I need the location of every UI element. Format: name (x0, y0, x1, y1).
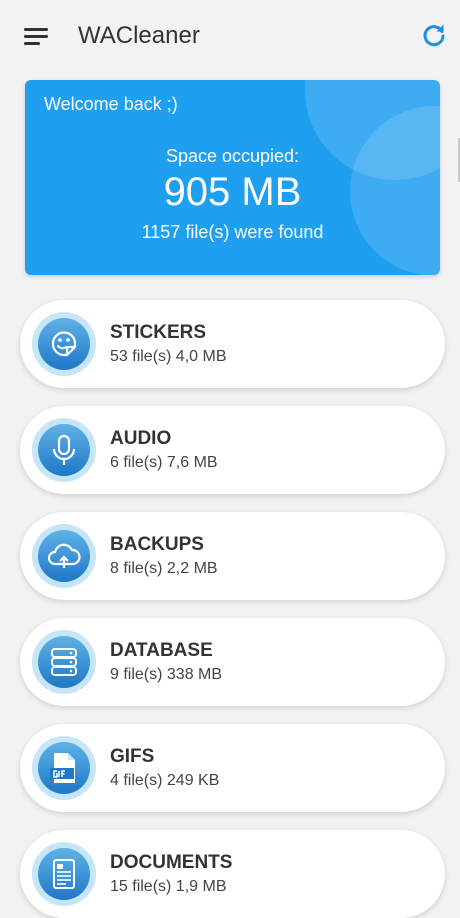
category-title: AUDIO (110, 428, 172, 449)
space-occupied-value: 905 MB (163, 170, 302, 214)
category-title: STICKERS (110, 322, 207, 343)
category-title: DATABASE (110, 640, 213, 661)
category-details: 6 file(s) 7,6 MB (110, 454, 218, 471)
app-bar: WACleaner (0, 0, 460, 72)
summary-card: Welcome back ;) Space occupied: 905 MB 1… (25, 80, 440, 275)
app-title: WACleaner (78, 22, 200, 49)
category-details: 8 file(s) 2,2 MB (110, 560, 218, 577)
cloud-upload-icon (32, 524, 96, 588)
category-backups[interactable]: BACKUPS 8 file(s) 2,2 MB (20, 512, 445, 600)
category-documents[interactable]: DOCUMENTS 15 file(s) 1,9 MB (20, 830, 445, 918)
document-icon (32, 842, 96, 906)
category-details: 9 file(s) 338 MB (110, 666, 223, 683)
hamburger-menu-icon[interactable] (20, 22, 52, 52)
database-icon (32, 630, 96, 694)
microphone-icon (32, 418, 96, 482)
category-title: BACKUPS (110, 534, 204, 555)
category-title: DOCUMENTS (110, 852, 233, 873)
sticker-icon (32, 312, 96, 376)
welcome-text: Welcome back ;) (44, 94, 178, 114)
space-occupied-label: Space occupied: (165, 146, 300, 166)
category-details: 53 file(s) 4,0 MB (110, 348, 227, 365)
files-found-text: 1157 file(s) were found (141, 222, 324, 242)
gif-file-icon (32, 736, 96, 800)
category-database[interactable]: DATABASE 9 file(s) 338 MB (20, 618, 445, 706)
category-gifs[interactable]: GIFS 4 file(s) 249 KB (20, 724, 445, 812)
category-audio[interactable]: AUDIO 6 file(s) 7,6 MB (20, 406, 445, 494)
category-details: 15 file(s) 1,9 MB (110, 878, 227, 895)
category-stickers[interactable]: STICKERS 53 file(s) 4,0 MB (20, 300, 445, 388)
category-title: GIFS (110, 746, 155, 767)
refresh-icon[interactable] (420, 22, 448, 50)
category-details: 4 file(s) 249 KB (110, 772, 220, 789)
